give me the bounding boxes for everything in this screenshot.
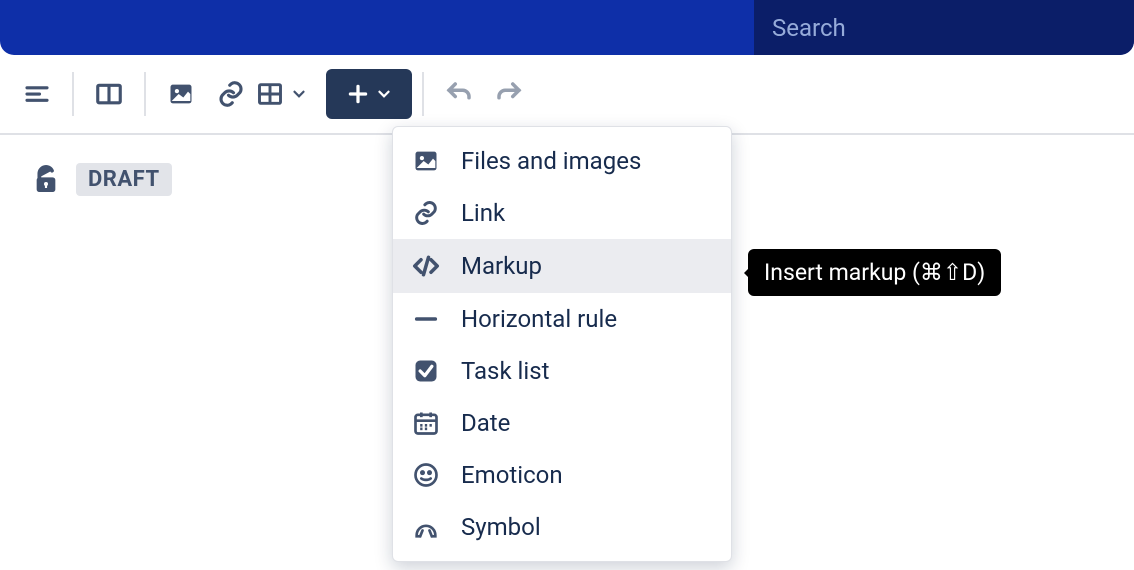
- smile-icon: [411, 461, 441, 489]
- hr-icon: [411, 305, 441, 333]
- menu-item-date[interactable]: Date: [393, 397, 731, 449]
- undo-icon: [444, 79, 474, 109]
- image-icon: [411, 147, 441, 175]
- menu-item-link[interactable]: Link: [393, 187, 731, 239]
- toolbar-separator: [144, 72, 146, 116]
- align-left-icon: [22, 79, 52, 109]
- tooltip-text: Insert markup (⌘⇧D): [764, 259, 985, 286]
- link-icon: [216, 79, 246, 109]
- menu-item-label: Link: [461, 199, 505, 227]
- menu-item-label: Date: [461, 409, 510, 437]
- link-icon: [411, 199, 441, 227]
- menu-item-label: Files and images: [461, 147, 641, 175]
- toolbar-separator: [422, 72, 424, 116]
- align-button[interactable]: [12, 69, 62, 119]
- search-input[interactable]: Search: [754, 0, 1134, 55]
- image-button[interactable]: [156, 69, 206, 119]
- chevron-down-icon: [290, 85, 308, 103]
- toolbar-separator: [72, 72, 74, 116]
- menu-item-files-images[interactable]: Files and images: [393, 135, 731, 187]
- undo-button[interactable]: [434, 69, 484, 119]
- draft-badge: DRAFT: [76, 163, 172, 196]
- link-button[interactable]: [206, 69, 256, 119]
- chevron-down-icon: [375, 85, 393, 103]
- insert-dropdown: Files and images Link Markup Horizontal …: [392, 126, 732, 562]
- tooltip: Insert markup (⌘⇧D): [748, 249, 1001, 296]
- insert-button[interactable]: [326, 69, 412, 119]
- redo-button[interactable]: [484, 69, 534, 119]
- plus-icon: [345, 81, 371, 107]
- menu-item-emoticon[interactable]: Emoticon: [393, 449, 731, 501]
- menu-item-label: Symbol: [461, 513, 541, 541]
- menu-item-label: Horizontal rule: [461, 305, 617, 333]
- image-icon: [167, 80, 195, 108]
- code-icon: [411, 251, 441, 281]
- menu-item-horizontal-rule[interactable]: Horizontal rule: [393, 293, 731, 345]
- layouts-button[interactable]: [84, 69, 134, 119]
- menu-item-markup[interactable]: Markup: [393, 239, 731, 293]
- layouts-icon: [94, 79, 124, 109]
- table-button-group[interactable]: [256, 80, 308, 108]
- editor-toolbar: [0, 55, 1134, 135]
- top-bar: Search: [0, 0, 1134, 55]
- table-icon: [256, 80, 284, 108]
- redo-icon: [494, 79, 524, 109]
- checkbox-icon: [411, 357, 441, 385]
- search-placeholder: Search: [772, 14, 846, 42]
- calendar-icon: [411, 409, 441, 437]
- menu-item-symbol[interactable]: Symbol: [393, 501, 731, 553]
- omega-icon: [411, 513, 441, 541]
- menu-item-label: Emoticon: [461, 461, 563, 489]
- menu-item-label: Markup: [461, 252, 542, 280]
- menu-item-task-list[interactable]: Task list: [393, 345, 731, 397]
- lock-open-icon[interactable]: [30, 164, 62, 196]
- menu-item-label: Task list: [461, 357, 549, 385]
